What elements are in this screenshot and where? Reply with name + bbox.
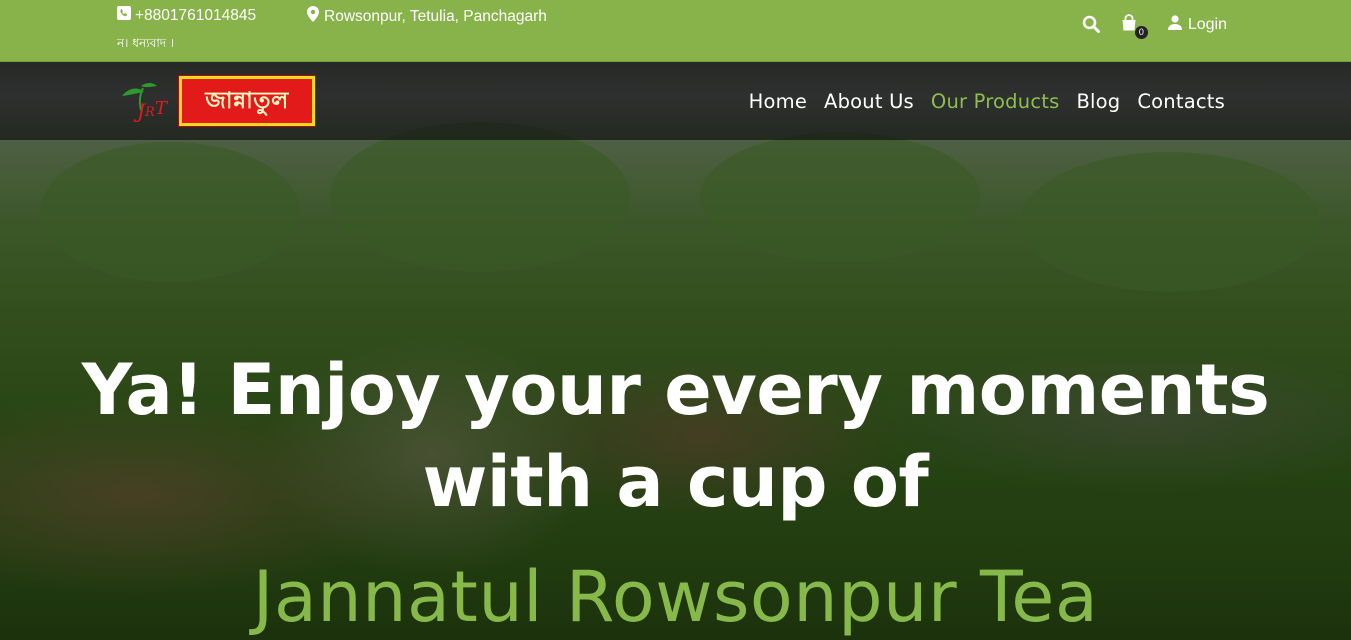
main-navbar: J R T জান্নাতুল Home About Us Our Produc…: [0, 62, 1351, 140]
notice-marquee: ন। ধন্যবাদ ।: [117, 36, 175, 50]
top-info-bar: +8801761014845 Rowsonpur, Tetulia, Panch…: [0, 0, 1351, 62]
nav-item-about-us[interactable]: About Us: [824, 90, 914, 113]
nav-item-home[interactable]: Home: [749, 90, 807, 113]
map-marker-icon: [307, 6, 319, 27]
address: Rowsonpur, Tetulia, Panchagarh: [307, 6, 547, 27]
login-label: Login: [1187, 16, 1227, 33]
user-icon: [1167, 15, 1182, 35]
nav-menu: Home About Us Our Products Blog Contacts: [749, 90, 1225, 113]
hero-headline-line2: with a cup of: [422, 441, 929, 523]
address-text: Rowsonpur, Tetulia, Panchagarh: [324, 7, 547, 25]
nav-item-blog[interactable]: Blog: [1076, 90, 1120, 113]
phone-contact[interactable]: +8801761014845: [117, 6, 256, 25]
phone-number: +8801761014845: [135, 6, 257, 24]
logo-wordmark: জান্নাতুল: [178, 75, 316, 127]
search-icon[interactable]: [1082, 15, 1102, 35]
nav-item-contacts[interactable]: Contacts: [1137, 90, 1225, 113]
cart-button[interactable]: 0: [1120, 14, 1148, 39]
hero-brand-name: Jannatul Rowsonpur Tea: [252, 556, 1099, 638]
header-tools: 0 Login: [1082, 14, 1227, 39]
hero-headline-line1: Ya! Enjoy your every moments: [81, 349, 1270, 431]
site-logo[interactable]: J R T জান্নাতুল: [119, 75, 316, 127]
phone-square-icon: [117, 6, 131, 25]
login-link[interactable]: Login: [1167, 15, 1227, 35]
svg-text:T: T: [155, 98, 169, 119]
cart-count-badge: 0: [1134, 26, 1148, 39]
nav-item-our-products[interactable]: Our Products: [931, 90, 1060, 113]
svg-text:R: R: [144, 105, 155, 120]
logo-leaf-icon: J R T: [119, 78, 175, 124]
